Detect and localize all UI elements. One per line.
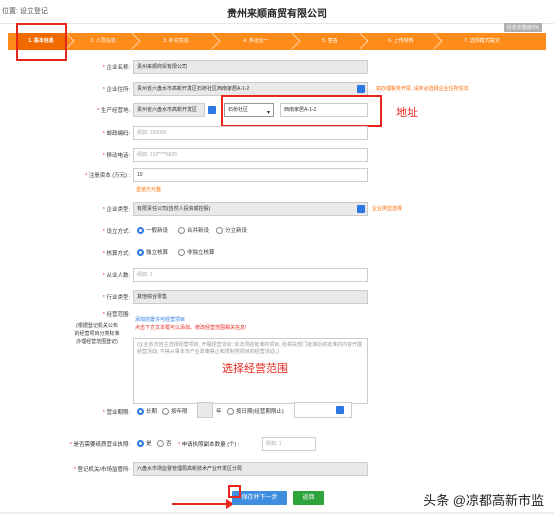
scope-note: (根据登记机关公布 的经营项目分类标准 办理经营范围登记) [74,323,120,345]
address-field: 贵州省六盘水市高新开发区石桥社区西南家居A-1-2 [133,82,368,96]
radio-icon [178,249,185,257]
page-title: 贵州来顺商贸有限公司 [227,9,327,20]
radio-icon [227,408,234,416]
production-city-field: 贵州省六盘水市高新开发区 [133,103,205,117]
registration-authority-field: 六盘水市场监督管理局高新技术产业开发区分局 [133,462,368,476]
calendar-icon[interactable] [336,406,344,414]
highlight-address-box [221,95,382,127]
term-years-unit: 年 [216,409,222,415]
step-supplement[interactable]: 3. 补充信息 [140,32,221,50]
radio-selected-icon [137,408,144,416]
enterprise-type-field: 有限责任公司(自然人投资或控股) [133,202,368,216]
radio-selected-icon [137,227,144,235]
establish-option-merge[interactable]: 合并新设 [178,226,209,235]
step-upload[interactable]: 6. 上传材料 [368,32,443,50]
address-annotation: 地址 [396,107,418,119]
add-permit-link[interactable]: 添加前置许可经营项目 [135,316,185,323]
radio-icon [162,408,169,416]
watermark: 头条 @凉都高新市监 [423,493,544,508]
establish-option-general[interactable]: 一般新设 [137,226,168,235]
top-bar: 位置: 设立登记 贵州来顺商贸有限公司 [0,0,554,24]
accounting-option-dependent[interactable]: 非独立核算 [178,248,215,257]
radio-icon [157,440,164,448]
accounting-option-independent[interactable]: 独立核算 [137,248,168,257]
step-progress-bar: 信息完整度0% 1. 基本信息 2. 人员信息 3. 补充信息 4. 多证合一 … [8,23,546,50]
step-personnel[interactable]: 2. 人员信息 [74,32,141,50]
step-multi-cert[interactable]: 4. 多证合一 [220,32,301,50]
license-copies-input[interactable]: 例如: 1 [262,437,316,451]
radio-icon [216,227,223,235]
production-picker-icon[interactable] [208,106,216,114]
completion-badge: 信息完整度0% [503,23,542,32]
employees-input[interactable]: 例如: 1 [133,268,368,282]
capital-hint: 壹拾万元整 [136,187,162,193]
capital-input[interactable]: 10 [133,168,368,182]
address-tip: 如办理税务开票, 请务必选择企业住所信息 [376,86,469,92]
arrow-annotation-line [172,503,230,505]
term-option-years[interactable]: 按年限 [162,407,188,416]
term-option-long[interactable]: 长期 [137,407,157,416]
enterprise-type-link[interactable]: 企业类型选择 [372,205,402,212]
bottom-divider [0,512,554,514]
radio-selected-icon [137,249,144,257]
step-sign[interactable]: 5. 签名 [300,32,369,50]
postcode-input[interactable]: 例如: 100000 [133,126,368,140]
paper-license-no[interactable]: 否 [157,439,172,448]
company-name-field: 贵州来顺商贸有限公司 [133,60,368,74]
paper-license-yes[interactable]: 是 [137,439,152,448]
establish-option-split[interactable]: 分立新设 [216,226,247,235]
scope-tip: 点击下方文本框可以添加、修改经营范围相关信息! [135,325,247,331]
radio-selected-icon [137,440,144,448]
industry-field: 其他综合零售 [133,290,368,304]
enterprise-type-picker-icon[interactable] [357,205,365,213]
highlight-step-box [16,23,67,61]
scope-annotation: 选择经营范围 [222,363,288,375]
back-button[interactable]: 返回 [293,491,324,505]
term-years-input[interactable] [197,402,213,418]
radio-icon [178,227,185,235]
step-submit-mode[interactable]: 7. 选择模式提交 [442,33,522,50]
address-picker-icon[interactable] [357,85,365,93]
term-option-date[interactable]: 按日期(经营期限止) [227,407,284,416]
phone-input[interactable]: 例如: 132****6625 [133,148,368,162]
highlight-button-box [228,485,241,498]
